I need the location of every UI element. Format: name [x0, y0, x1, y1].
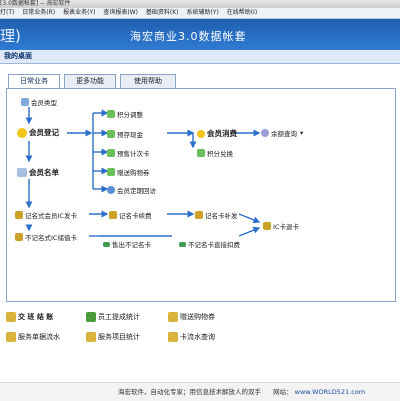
service-flow-link[interactable]: 服务单据流水: [6, 332, 60, 342]
staff-commission-icon: [86, 312, 96, 322]
quick-links-area: 交 班 结 账 员工提成统计 赠送购物券 服务单据流水 服务项目统计 卡流水查询: [0, 308, 400, 370]
service-stats-link[interactable]: 服务项目统计: [86, 332, 140, 342]
named-card-renew-node[interactable]: 记名卡续费: [109, 210, 152, 220]
card-flow-icon: [168, 332, 178, 342]
ic-card-return-node[interactable]: IC卡退卡: [263, 221, 299, 231]
staff-commission-link[interactable]: 员工提成统计: [86, 312, 140, 322]
points-redeem-icon: [197, 149, 205, 157]
gift-goods-icon: [107, 168, 115, 176]
smiley-icon: [17, 127, 27, 138]
daily-business-panel: 会员类型 会员登记 会员名单 积分调整 预存现金 预售计次卡 赠送购物券 会员定…: [6, 88, 396, 302]
menu-file[interactable]: 打(T): [0, 9, 14, 16]
balance-query-icon: [261, 129, 269, 137]
member-list-node[interactable]: 会员名单: [17, 167, 59, 178]
points-redeem-node[interactable]: 积分兑换: [197, 148, 233, 158]
prepaid-cash-node[interactable]: 预存现金: [107, 129, 143, 139]
footer-site-label: 网站：: [273, 388, 293, 396]
app-banner: 理) 海宏商业3.0数据帐套: [0, 19, 400, 50]
shift-settle-link[interactable]: 交 班 结 账: [6, 312, 53, 322]
gift-goods-node[interactable]: 赠送购物券: [107, 167, 150, 177]
named-card-reissue-node[interactable]: 记名卡补发: [195, 210, 238, 220]
anon-card-sold-node[interactable]: 售出不记名卡: [103, 239, 151, 249]
member-consume-node[interactable]: 会员消费: [197, 128, 237, 139]
anon-card-sold-icon: [103, 241, 110, 247]
menu-online-help[interactable]: 在线帮助(I): [227, 9, 257, 16]
status-footer: 海宏软件，自动化专家；用信息技术解放人的双手 网站： www.WORLD521.…: [0, 382, 400, 401]
balance-query-node[interactable]: 余额查询 ▾: [261, 128, 303, 138]
menu-report-business[interactable]: 报表业务(Y): [63, 9, 95, 16]
member-list-icon: [17, 168, 27, 177]
member-consume-icon: [197, 129, 205, 138]
tab-more-functions[interactable]: 更多功能: [64, 74, 116, 88]
points-adjust-node[interactable]: 积分调整: [107, 109, 143, 119]
prepaid-times-icon: [107, 149, 115, 157]
named-card-renew-icon: [109, 211, 117, 219]
member-visit-icon: [107, 186, 115, 194]
flow-connectors: [25, 107, 261, 237]
gift-voucher-icon: [168, 312, 178, 322]
footer-slogan: 海宏软件，自动化专家；用信息技术解放人的双手: [118, 388, 261, 396]
chevron-down-icon[interactable]: ▾: [300, 129, 303, 137]
desktop-header: 我的桌面: [0, 50, 400, 64]
ic-card-return-icon: [263, 222, 271, 230]
prepaid-times-node[interactable]: 预售计次卡: [107, 148, 150, 158]
menu-query-report[interactable]: 查询报表(W): [103, 9, 138, 16]
anon-card-sell-icon: [15, 233, 23, 241]
tab-help[interactable]: 使用帮助: [120, 74, 176, 88]
anon-card-sell-node[interactable]: 不记名式IC储值卡: [15, 232, 77, 242]
anon-card-refund-icon: [179, 241, 186, 247]
named-card-issue-node[interactable]: 记名式会员IC发卡: [15, 210, 77, 220]
member-type-icon: [21, 98, 29, 106]
desktop-title: 我的桌面: [4, 52, 32, 60]
named-card-issue-icon: [15, 211, 23, 219]
member-register-node[interactable]: 会员登记: [17, 127, 59, 138]
footer-site-link[interactable]: www.WORLD521.com: [295, 388, 365, 396]
points-adjust-icon: [107, 110, 115, 118]
tab-daily-business[interactable]: 日常业务: [8, 74, 60, 88]
banner-left-text: 理): [0, 27, 21, 45]
menu-base-data[interactable]: 基础资料(K): [146, 9, 179, 16]
card-flow-link[interactable]: 卡流水查询: [168, 332, 215, 342]
shift-settle-icon: [6, 312, 16, 322]
service-stats-icon: [86, 332, 96, 342]
window-title: [3.0数据帐套] -- 海宏软件: [0, 0, 71, 7]
banner-title: 海宏商业3.0数据帐套: [130, 30, 247, 43]
window-title-bar: [3.0数据帐套] -- 海宏软件: [0, 0, 400, 8]
menu-system-aux[interactable]: 系统辅助(Y): [186, 9, 218, 16]
menu-bar: 打(T) 日常业务(R) 报表业务(Y) 查询报表(W) 基础资料(K) 系统辅…: [0, 8, 400, 19]
service-flow-icon: [6, 332, 16, 342]
prepaid-cash-icon: [107, 130, 115, 138]
named-card-reissue-icon: [195, 211, 203, 219]
member-type-node[interactable]: 会员类型: [21, 97, 57, 107]
gift-voucher-link[interactable]: 赠送购物券: [168, 312, 215, 322]
menu-daily-business[interactable]: 日常业务(R): [22, 9, 55, 16]
member-visit-node[interactable]: 会员定期回访: [107, 185, 156, 195]
anon-card-refund-node[interactable]: 不记名卡直接扣费: [179, 239, 240, 249]
